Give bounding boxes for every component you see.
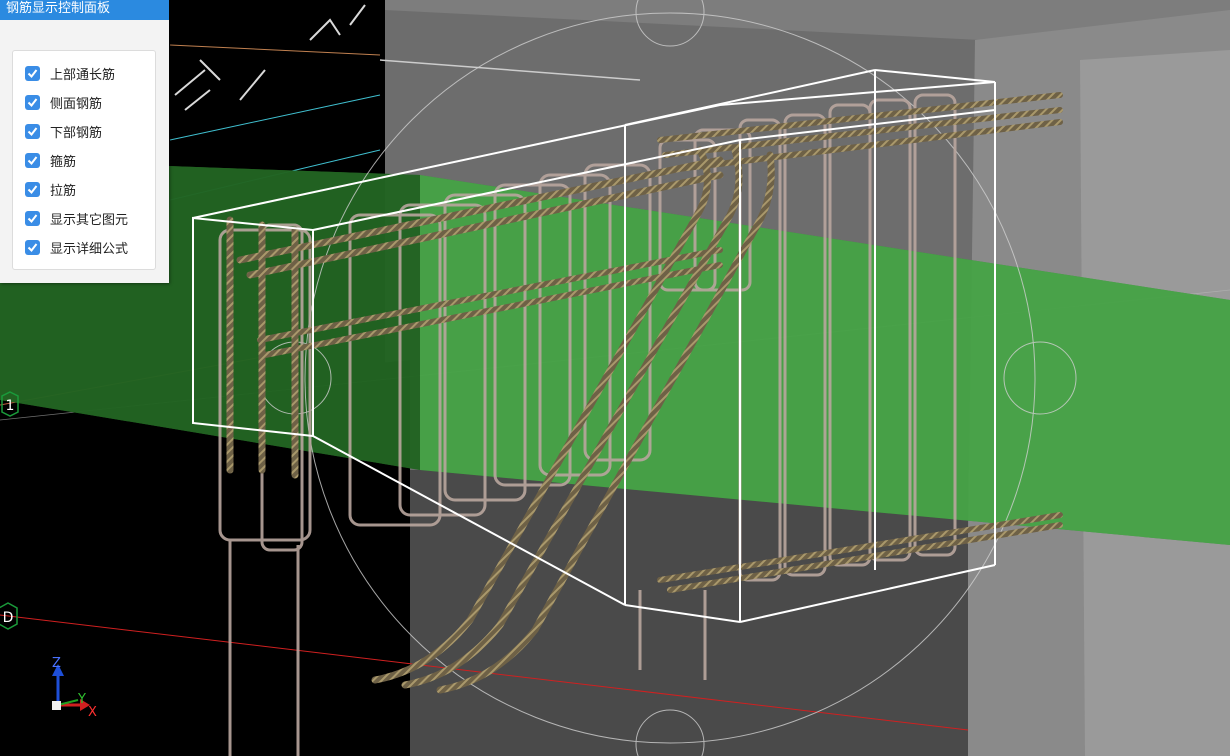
options-group: 上部通长筋 侧面钢筋 下部钢筋 箍筋 拉筋 显示其它图元 显示详细公式	[12, 50, 156, 270]
3d-viewport[interactable]: 1 D Z Y X	[0, 0, 1230, 756]
triad-y-label: Y	[77, 692, 86, 707]
option-bottom-rebar[interactable]: 下部钢筋	[25, 121, 102, 141]
checkbox-bottom-rebar[interactable]	[25, 123, 40, 139]
check-icon	[27, 155, 38, 165]
checkbox-tie-bar[interactable]	[25, 181, 40, 197]
triad-x-label: X	[88, 705, 97, 720]
check-icon	[27, 97, 38, 107]
option-label: 箍筋	[50, 154, 77, 170]
panel-title[interactable]: 钢筋显示控制面板	[0, 0, 169, 20]
check-icon	[27, 242, 38, 252]
option-show-detailed-formula[interactable]: 显示详细公式	[25, 237, 128, 257]
check-icon	[27, 213, 38, 223]
checkbox-show-other-elements[interactable]	[25, 210, 40, 226]
option-label: 显示详细公式	[50, 241, 129, 257]
option-stirrup[interactable]: 箍筋	[25, 150, 76, 170]
checkbox-show-detailed-formula[interactable]	[25, 239, 40, 255]
checkbox-side-rebar[interactable]	[25, 94, 40, 110]
triad-z-label: Z	[52, 656, 61, 671]
option-side-rebar[interactable]: 侧面钢筋	[25, 92, 102, 112]
option-label: 侧面钢筋	[50, 96, 103, 112]
checkbox-stirrup[interactable]	[25, 152, 40, 168]
option-tie-bar[interactable]: 拉筋	[25, 179, 76, 199]
option-top-through-rebar[interactable]: 上部通长筋	[25, 63, 115, 83]
option-label: 上部通长筋	[50, 67, 116, 83]
rebar-display-panel: 钢筋显示控制面板 上部通长筋 侧面钢筋 下部钢筋 箍筋 拉筋 显示其它图元 显示…	[0, 0, 169, 283]
option-label: 拉筋	[50, 183, 77, 199]
check-icon	[27, 184, 38, 194]
axis-marker-1-label: 1	[6, 398, 15, 414]
option-show-other-elements[interactable]: 显示其它图元	[25, 208, 128, 228]
option-label: 下部钢筋	[50, 125, 103, 141]
option-label: 显示其它图元	[50, 212, 129, 228]
checkbox-top-through-rebar[interactable]	[25, 65, 40, 81]
check-icon	[27, 126, 38, 136]
axis-marker-d-label: D	[3, 610, 14, 626]
check-icon	[27, 68, 38, 78]
